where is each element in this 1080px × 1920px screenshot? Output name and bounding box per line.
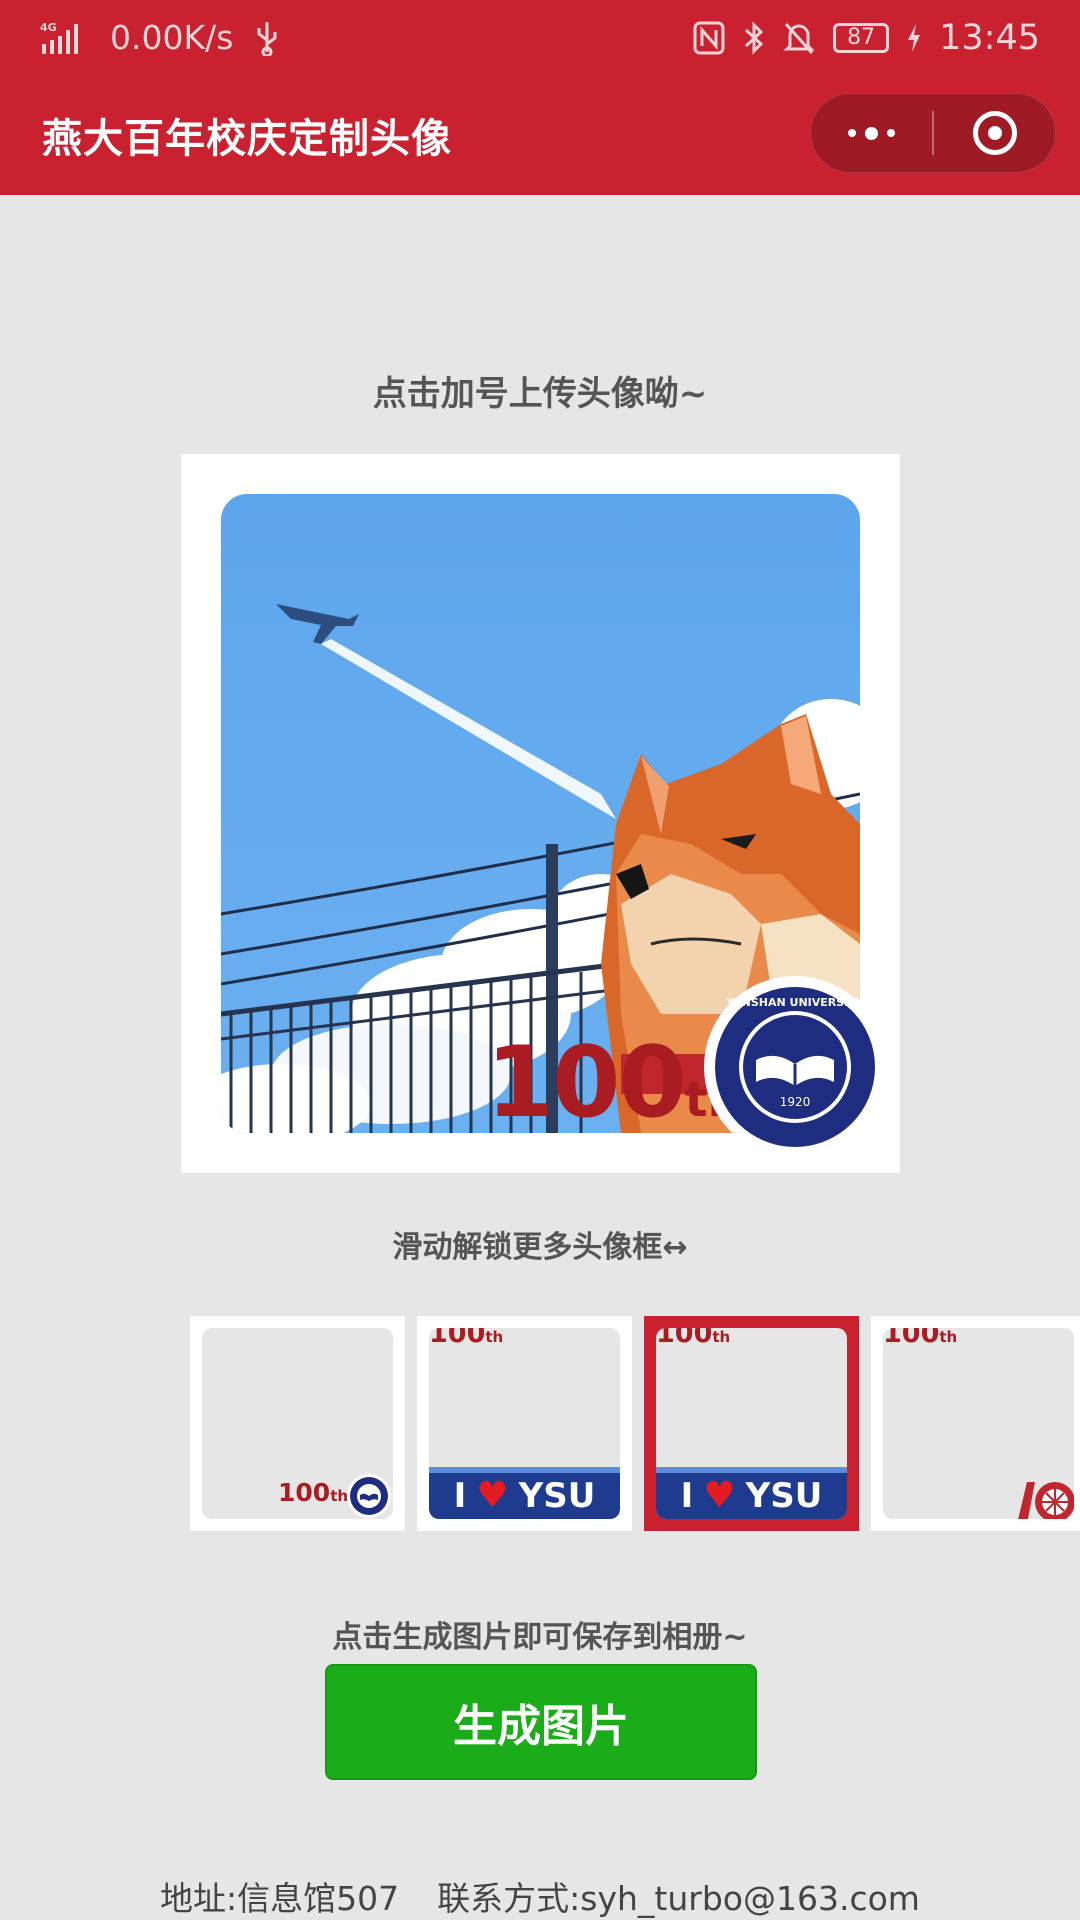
more-button[interactable] — [811, 93, 932, 173]
signal-icon: 4G — [40, 20, 88, 56]
frame-preview: 100th — [883, 1328, 1074, 1519]
frame-preview: 100th I ♥ YSU — [429, 1328, 620, 1519]
avatar-upload-area[interactable]: 100th 1920 YANSHAN UNIVERSITY — [181, 454, 900, 1173]
i-love-ysu-banner: I ♥ YSU — [429, 1467, 620, 1519]
battery-icon: 87 — [833, 22, 890, 53]
svg-text:4G: 4G — [40, 21, 57, 34]
badge-number: 100 — [486, 1026, 687, 1140]
frame-badge: 100th — [278, 1478, 349, 1507]
frame-option-2[interactable]: 100th I ♥ YSU — [417, 1316, 632, 1531]
frame-carousel[interactable]: 100th 100th I ♥ YSU 100th I ♥ YSU 100th — [0, 1316, 1080, 1532]
mini-seal-icon — [347, 1474, 391, 1518]
upload-hint: 点击加号上传头像呦~ — [372, 374, 708, 414]
avatar-100th-badge: 100th — [486, 1034, 742, 1132]
footer: 地址:信息馆507 联系方式:syh_turbo@163.com — [0, 1872, 1080, 1920]
heart-icon: ♥ — [703, 1475, 736, 1516]
frame-preview: 100th — [202, 1328, 393, 1519]
nfc-icon — [693, 21, 725, 55]
usb-icon — [255, 20, 279, 56]
mute-bell-icon — [783, 20, 815, 56]
more-dots-icon — [848, 126, 895, 140]
frame-option-3-selected[interactable]: 100th I ♥ YSU — [644, 1316, 859, 1531]
status-bar: 4G 0.00K/s 87 13:45 — [0, 0, 1080, 75]
seal-text: YANSHAN UNIVERSITY — [725, 996, 865, 1009]
frame-option-1[interactable]: 100th — [190, 1316, 405, 1531]
swipe-hint: 滑动解锁更多头像框↔ — [392, 1230, 688, 1265]
university-seal-icon: 1920 YANSHAN UNIVERSITY — [704, 976, 886, 1158]
frame-badge: 100th — [429, 1328, 504, 1349]
page-title: 燕大百年校庆定制头像 — [42, 116, 452, 162]
close-button[interactable] — [934, 93, 1055, 173]
frame-badge: 100th — [656, 1328, 731, 1349]
bluetooth-icon — [743, 20, 765, 56]
network-speed: 0.00K/s — [110, 18, 234, 57]
title-bar: 燕大百年校庆定制头像 — [0, 75, 1080, 195]
frame-badge: 100th — [883, 1328, 958, 1349]
frame-preview: 100th I ♥ YSU — [656, 1328, 847, 1519]
target-close-icon — [972, 111, 1017, 155]
generate-image-button[interactable]: 生成图片 — [325, 1664, 757, 1780]
i-love-ysu-banner: I ♥ YSU — [656, 1467, 847, 1519]
footer-address: 地址:信息馆507 — [160, 1879, 400, 1918]
clock: 13:45 — [939, 17, 1040, 58]
miniprogram-capsule — [810, 93, 1056, 173]
heart-icon: ♥ — [476, 1475, 509, 1516]
charging-icon — [907, 23, 921, 53]
centennial-emblem-icon — [1018, 1482, 1074, 1519]
footer-contact: 联系方式:syh_turbo@163.com — [437, 1879, 920, 1918]
frame-option-4[interactable]: 100th — [871, 1316, 1080, 1531]
save-hint: 点击生成图片即可保存到相册~ — [332, 1620, 748, 1655]
seal-year: 1920 — [780, 1095, 811, 1109]
